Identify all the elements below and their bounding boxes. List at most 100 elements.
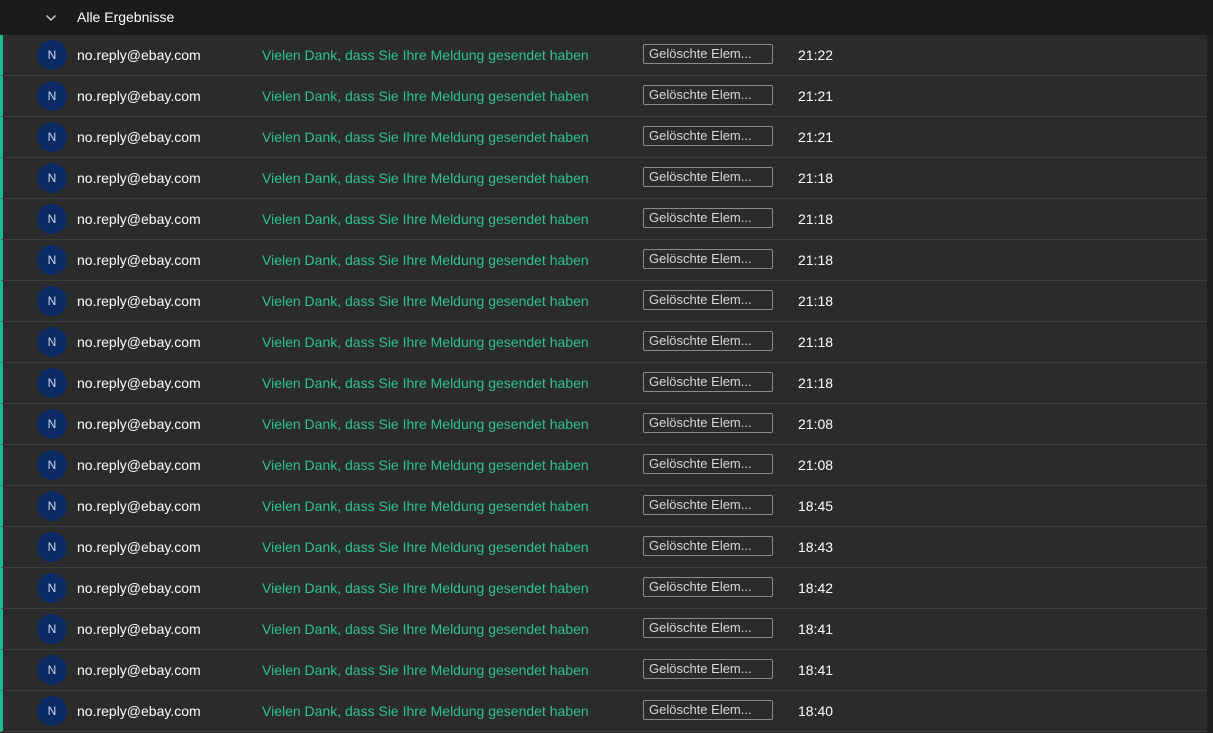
chevron-down-icon[interactable] [43,10,59,26]
folder-badge: Gelöschte Elem... [643,495,773,515]
received-time: 21:08 [798,457,834,473]
message-row[interactable]: Nno.reply@ebay.com Vielen Dank, dass Sie … [0,158,1207,199]
folder-badge: Gelöschte Elem... [643,700,773,720]
folder-badge: Gelöschte Elem... [643,618,773,638]
message-subject: Vielen Dank, dass Sie Ihre Meldung gesen… [262,88,589,104]
message-subject: Vielen Dank, dass Sie Ihre Meldung gesen… [262,416,589,432]
received-time: 18:42 [798,580,834,596]
sender-avatar: N [37,614,67,644]
message-row[interactable]: Nno.reply@ebay.com Vielen Dank, dass Sie … [0,691,1207,732]
folder-badge: Gelöschte Elem... [643,536,773,556]
sender-address: no.reply@ebay.com [77,293,201,309]
message-subject: Vielen Dank, dass Sie Ihre Meldung gesen… [262,457,589,473]
received-time: 21:21 [798,129,834,145]
message-row[interactable]: Nno.reply@ebay.com Vielen Dank, dass Sie … [0,445,1207,486]
folder-badge: Gelöschte Elem... [643,331,773,351]
folder-badge: Gelöschte Elem... [643,85,773,105]
sender-address: no.reply@ebay.com [77,334,201,350]
sender-avatar: N [37,532,67,562]
folder-badge: Gelöschte Elem... [643,413,773,433]
sender-avatar: N [37,655,67,685]
sender-avatar: N [37,122,67,152]
folder-badge: Gelöschte Elem... [643,126,773,146]
sender-avatar: N [37,245,67,275]
received-time: 18:40 [798,703,834,719]
message-subject: Vielen Dank, dass Sie Ihre Meldung gesen… [262,293,589,309]
folder-badge: Gelöschte Elem... [643,372,773,392]
received-time: 21:21 [798,88,834,104]
sender-avatar: N [37,696,67,726]
sender-avatar: N [37,409,67,439]
sender-address: no.reply@ebay.com [77,498,201,514]
message-row[interactable]: Nno.reply@ebay.com Vielen Dank, dass Sie … [0,76,1207,117]
message-row[interactable]: Nno.reply@ebay.com Vielen Dank, dass Sie … [0,486,1207,527]
sender-address: no.reply@ebay.com [77,416,201,432]
folder-badge: Gelöschte Elem... [643,454,773,474]
sender-address: no.reply@ebay.com [77,88,201,104]
message-subject: Vielen Dank, dass Sie Ihre Meldung gesen… [262,703,589,719]
sender-avatar: N [37,286,67,316]
message-row[interactable]: Nno.reply@ebay.com Vielen Dank, dass Sie … [0,240,1207,281]
sender-address: no.reply@ebay.com [77,703,201,719]
sender-avatar: N [37,204,67,234]
received-time: 21:08 [798,416,834,432]
received-time: 18:41 [798,621,834,637]
folder-badge: Gelöschte Elem... [643,208,773,228]
sender-avatar: N [37,368,67,398]
message-subject: Vielen Dank, dass Sie Ihre Meldung gesen… [262,211,589,227]
message-subject: Vielen Dank, dass Sie Ihre Meldung gesen… [262,375,589,391]
message-row[interactable]: Nno.reply@ebay.com Vielen Dank, dass Sie … [0,117,1207,158]
folder-badge: Gelöschte Elem... [643,290,773,310]
message-row[interactable]: Nno.reply@ebay.com Vielen Dank, dass Sie … [0,199,1207,240]
received-time: 21:18 [798,170,834,186]
sender-avatar: N [37,81,67,111]
sender-avatar: N [37,491,67,521]
message-row[interactable]: Nno.reply@ebay.com Vielen Dank, dass Sie … [0,609,1207,650]
received-time: 21:22 [798,47,834,63]
results-group-header[interactable]: Alle Ergebnisse [0,0,1213,35]
sender-avatar: N [37,163,67,193]
message-row[interactable]: Nno.reply@ebay.com Vielen Dank, dass Sie … [0,363,1207,404]
sender-address: no.reply@ebay.com [77,662,201,678]
sender-address: no.reply@ebay.com [77,621,201,637]
message-row[interactable]: Nno.reply@ebay.com Vielen Dank, dass Sie … [0,527,1207,568]
folder-badge: Gelöschte Elem... [643,167,773,187]
sender-avatar: N [37,40,67,70]
message-subject: Vielen Dank, dass Sie Ihre Meldung gesen… [262,621,589,637]
message-row[interactable]: Nno.reply@ebay.com Vielen Dank, dass Sie … [0,404,1207,445]
sender-address: no.reply@ebay.com [77,211,201,227]
folder-badge: Gelöschte Elem... [643,249,773,269]
sender-address: no.reply@ebay.com [77,580,201,596]
results-group-title: Alle Ergebnisse [77,9,175,25]
sender-address: no.reply@ebay.com [77,457,201,473]
message-row[interactable]: Nno.reply@ebay.com Vielen Dank, dass Sie … [0,568,1207,609]
message-row[interactable]: Nno.reply@ebay.com Vielen Dank, dass Sie … [0,35,1207,76]
sender-address: no.reply@ebay.com [77,375,201,391]
sender-address: no.reply@ebay.com [77,47,201,63]
received-time: 21:18 [798,252,834,268]
received-time: 18:43 [798,539,834,555]
message-subject: Vielen Dank, dass Sie Ihre Meldung gesen… [262,539,589,555]
message-subject: Vielen Dank, dass Sie Ihre Meldung gesen… [262,252,589,268]
message-subject: Vielen Dank, dass Sie Ihre Meldung gesen… [262,334,589,350]
message-subject: Vielen Dank, dass Sie Ihre Meldung gesen… [262,580,589,596]
received-time: 18:41 [798,662,834,678]
message-row[interactable]: Nno.reply@ebay.com Vielen Dank, dass Sie … [0,650,1207,691]
search-results-pane: Alle Ergebnisse Nno.reply@ebay.com Vielen… [0,0,1213,733]
sender-address: no.reply@ebay.com [77,129,201,145]
message-row[interactable]: Nno.reply@ebay.com Vielen Dank, dass Sie … [0,322,1207,363]
message-subject: Vielen Dank, dass Sie Ihre Meldung gesen… [262,662,589,678]
folder-badge: Gelöschte Elem... [643,44,773,64]
message-subject: Vielen Dank, dass Sie Ihre Meldung gesen… [262,129,589,145]
message-list: Nno.reply@ebay.com Vielen Dank, dass Sie … [0,35,1207,732]
received-time: 18:45 [798,498,834,514]
received-time: 21:18 [798,293,834,309]
message-row[interactable]: Nno.reply@ebay.com Vielen Dank, dass Sie … [0,281,1207,322]
sender-address: no.reply@ebay.com [77,539,201,555]
message-subject: Vielen Dank, dass Sie Ihre Meldung gesen… [262,170,589,186]
received-time: 21:18 [798,375,834,391]
received-time: 21:18 [798,334,834,350]
folder-badge: Gelöschte Elem... [643,659,773,679]
received-time: 21:18 [798,211,834,227]
folder-badge: Gelöschte Elem... [643,577,773,597]
